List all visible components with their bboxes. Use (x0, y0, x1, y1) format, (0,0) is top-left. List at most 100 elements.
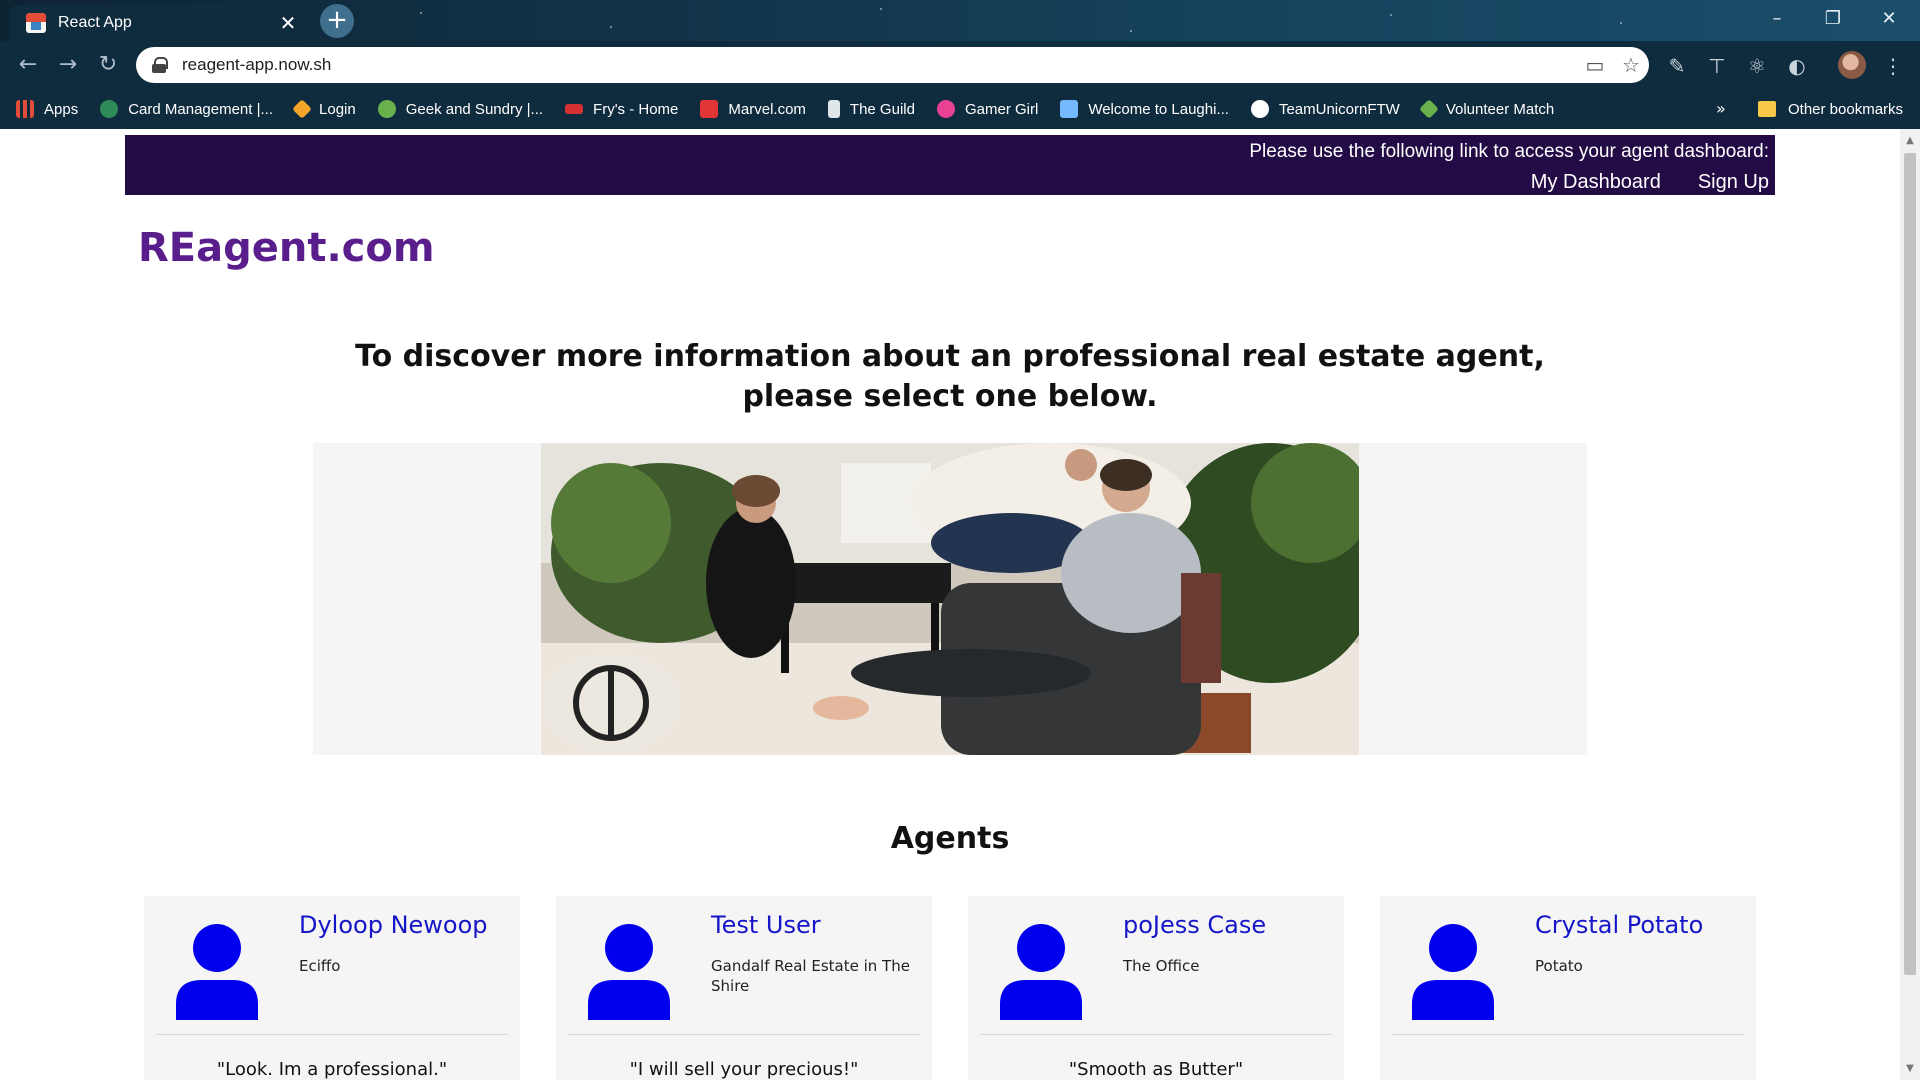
close-window-icon[interactable]: ✕ (1866, 4, 1912, 34)
guild-icon (827, 100, 840, 118)
bookmark-marvel[interactable]: Marvel.com (700, 100, 806, 118)
agent-name-link[interactable]: poJess Case (1123, 911, 1266, 939)
topbar-nav: My Dashboard Sign Up (1531, 171, 1769, 194)
site-topbar: Please use the following link to access … (125, 135, 1775, 195)
login-site-icon (292, 99, 312, 119)
decorative-star (420, 12, 422, 14)
agent-card[interactable]: Crystal Potato Potato (1380, 896, 1756, 1080)
card-divider (568, 1034, 920, 1035)
globe-icon (1250, 100, 1269, 118)
intro-heading: To discover more information about an pr… (355, 339, 1545, 414)
starbucks-icon (100, 100, 119, 118)
bookmarks-overflow-button[interactable]: » (1716, 89, 1726, 129)
dashboard-message: Please use the following link to access … (1249, 141, 1769, 162)
extension-circle-icon[interactable]: ◐ (1784, 53, 1810, 79)
folder-icon (1758, 101, 1776, 117)
scroll-up-icon[interactable]: ▲ (1904, 135, 1916, 147)
close-tab-icon[interactable]: ✕ (276, 11, 300, 35)
bookmark-label: The Guild (849, 100, 915, 118)
bookmark-label: Card Management |... (128, 100, 274, 118)
bookmark-label: Volunteer Match (1445, 100, 1555, 118)
card-divider (1392, 1034, 1744, 1035)
agent-name-link[interactable]: Dyloop Newoop (299, 911, 488, 939)
agent-card[interactable]: Test User Gandalf Real Estate in The Shi… (556, 896, 932, 1080)
browser-titlebar: React App ✕ + – ❐ ✕ (0, 0, 1920, 41)
bookmark-welcome-to-laughing[interactable]: Welcome to Laughi... (1060, 100, 1229, 118)
bookmark-label: Geek and Sundry |... (405, 100, 544, 118)
decorative-star (1620, 22, 1622, 24)
person-icon (1412, 924, 1494, 1020)
bookmark-teamunicornftw[interactable]: TeamUnicornFTW (1250, 100, 1400, 118)
bookmark-volunteer-match[interactable]: Volunteer Match (1418, 99, 1555, 119)
person-icon (1000, 924, 1082, 1020)
bookmark-label: Fry's - Home (593, 100, 679, 118)
decorative-star (1390, 14, 1392, 16)
bookmark-gamer-girl[interactable]: Gamer Girl (936, 100, 1039, 118)
apps-grid-icon (16, 100, 34, 118)
address-bar[interactable]: reagent-app.now.sh ▭ ☆ (136, 47, 1649, 83)
bookmark-label: TeamUnicornFTW (1278, 100, 1400, 118)
profile-avatar[interactable] (1838, 51, 1866, 79)
extension-tag-icon[interactable]: ⊤ (1704, 53, 1730, 79)
gamer-girl-icon (936, 100, 955, 118)
reload-icon[interactable]: ↻ (92, 49, 124, 81)
volunteer-match-icon (1418, 99, 1439, 119)
sign-up-link[interactable]: Sign Up (1698, 171, 1769, 194)
minimize-icon[interactable]: – (1754, 4, 1800, 34)
forward-icon[interactable]: → (52, 49, 84, 81)
agent-quote: "Look. Im a professional." (216, 1059, 448, 1080)
browser-tab[interactable]: React App ✕ (10, 5, 310, 41)
living-room-photo (541, 443, 1359, 755)
browser-toolbar: ← → ↻ reagent-app.now.sh ▭ ☆ ✎ ⊤ ⚛ ◐ ⋮ (0, 41, 1920, 89)
bookmark-card-management[interactable]: Card Management |... (100, 100, 273, 118)
bookmark-geek-and-sundry[interactable]: Geek and Sundry |... (377, 100, 544, 118)
page-viewport: Please use the following link to access … (0, 129, 1900, 1080)
url-text[interactable]: reagent-app.now.sh (182, 55, 1577, 75)
bookmark-label: Login (319, 100, 356, 118)
bookmark-label: Gamer Girl (964, 100, 1039, 118)
bookmark-frys-home[interactable]: Fry's - Home (565, 101, 678, 118)
other-bookmarks-label: Other bookmarks (1788, 100, 1904, 118)
card-divider (156, 1034, 508, 1035)
agent-card[interactable]: Dyloop Newoop Eciffo "Look. Im a profess… (144, 896, 520, 1080)
bookmark-label: Welcome to Laughi... (1088, 100, 1229, 118)
frys-icon (565, 104, 584, 114)
bookmark-login[interactable]: Login (292, 99, 356, 119)
cast-icon[interactable]: ▭ (1577, 53, 1613, 77)
bookmark-label: Apps (44, 100, 79, 118)
scroll-down-icon[interactable]: ▼ (1904, 1063, 1916, 1075)
agent-company: Gandalf Real Estate in The Shire (711, 957, 910, 995)
menu-kebab-icon[interactable]: ⋮ (1880, 53, 1906, 79)
agent-quote: "Smooth as Butter" (1068, 1059, 1244, 1080)
person-icon (588, 924, 670, 1020)
agent-card[interactable]: poJess Case The Office "Smooth as Butter… (968, 896, 1344, 1080)
hero-section (313, 443, 1587, 755)
bookmark-the-guild[interactable]: The Guild (827, 100, 915, 118)
bookmark-label: Marvel.com (728, 100, 806, 118)
tab-title: React App (58, 14, 132, 31)
geek-sundry-icon (377, 100, 396, 118)
tab-favicon-icon (26, 13, 46, 33)
decorative-star (610, 26, 612, 28)
page-scrollbar[interactable]: ▲ ▼ (1900, 129, 1920, 1080)
agents-heading: Agents (890, 821, 1010, 856)
other-bookmarks-folder[interactable]: Other bookmarks (1758, 89, 1903, 129)
agent-name-link[interactable]: Crystal Potato (1535, 911, 1703, 939)
back-icon[interactable]: ← (12, 49, 44, 81)
decorative-star (1130, 30, 1132, 32)
restore-icon[interactable]: ❐ (1810, 4, 1856, 34)
lock-icon (152, 57, 168, 73)
bookmark-star-icon[interactable]: ☆ (1613, 53, 1649, 77)
extension-pen-icon[interactable]: ✎ (1664, 53, 1690, 79)
scroll-thumb[interactable] (1904, 153, 1916, 975)
site-logo[interactable]: REagent.com (138, 225, 435, 271)
bookmark-apps[interactable]: Apps (16, 100, 78, 118)
react-devtools-icon[interactable]: ⚛ (1744, 53, 1770, 79)
agent-company: Eciffo (299, 957, 341, 975)
card-divider (980, 1034, 1332, 1035)
person-icon (176, 924, 258, 1020)
agent-company: Potato (1535, 957, 1583, 975)
agent-name-link[interactable]: Test User (711, 911, 821, 939)
my-dashboard-link[interactable]: My Dashboard (1531, 171, 1661, 194)
new-tab-button[interactable]: + (320, 4, 354, 38)
